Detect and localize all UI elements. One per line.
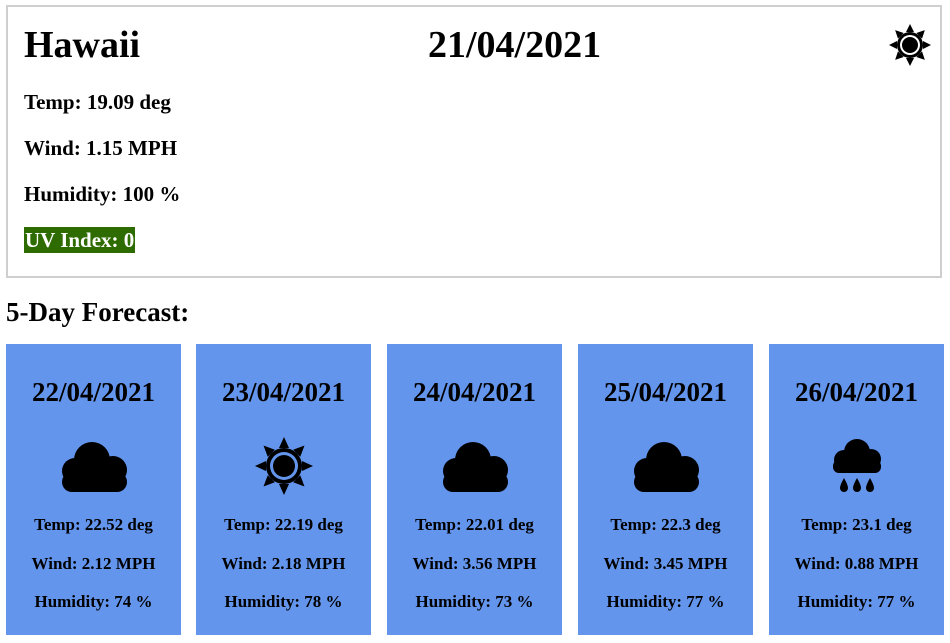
forecast-temp: Temp: 22.3 deg (610, 515, 721, 534)
current-temp: Temp: 19.09 deg (24, 90, 171, 114)
forecast-date: 22/04/2021 (31, 377, 155, 407)
current-wind: Wind: 1.15 MPH (24, 136, 178, 160)
forecast-temp: Temp: 22.52 deg (34, 515, 153, 534)
forecast-title: 5-Day Forecast: (6, 297, 190, 327)
cloud-icon (442, 442, 508, 492)
forecast-temp: Temp: 22.19 deg (224, 515, 343, 534)
forecast-wind: Wind: 2.12 MPH (31, 554, 156, 573)
uv-index-badge: UV Index: 0 (24, 227, 136, 253)
forecast-wind: Wind: 3.56 MPH (412, 554, 537, 573)
forecast-humidity: Humidity: 77 % (797, 592, 916, 611)
forecast-card: 25/04/2021 Temp: 22.3 deg Wind: 3.45 MPH… (578, 344, 753, 635)
rain-icon (832, 439, 881, 492)
forecast-humidity: Humidity: 78 % (224, 592, 343, 611)
forecast-wind: Wind: 2.18 MPH (221, 554, 346, 573)
forecast-card: 24/04/2021 Temp: 22.01 deg Wind: 3.56 MP… (387, 344, 562, 635)
forecast-humidity: Humidity: 73 % (415, 592, 534, 611)
cloud-icon (633, 442, 699, 492)
city-name: Hawaii (24, 24, 141, 66)
cloud-icon (61, 442, 127, 492)
forecast-card: 23/04/2021 Temp: 22.19 deg Wind: 2.18 MP… (196, 344, 371, 635)
forecast-card: 22/04/2021 Temp: 22.52 deg Wind: 2.12 MP… (6, 344, 181, 635)
current-date: 21/04/2021 (428, 24, 602, 66)
forecast-wind: Wind: 3.45 MPH (603, 554, 728, 573)
forecast-date: 23/04/2021 (221, 377, 345, 407)
forecast-humidity: Humidity: 74 % (34, 592, 153, 611)
forecast-date: 25/04/2021 (603, 377, 727, 407)
current-weather-panel: Hawaii 21/04/2021 Temp: 19.09 deg Wind: … (6, 5, 942, 278)
current-humidity: Humidity: 100 % (24, 182, 181, 206)
forecast-cards: 22/04/2021 Temp: 22.52 deg Wind: 2.12 MP… (6, 344, 944, 635)
forecast-temp: Temp: 22.01 deg (415, 515, 534, 534)
forecast-humidity: Humidity: 77 % (606, 592, 725, 611)
forecast-date: 24/04/2021 (412, 377, 536, 407)
forecast-date: 26/04/2021 (794, 377, 918, 407)
forecast-wind: Wind: 0.88 MPH (794, 554, 919, 573)
forecast-temp: Temp: 23.1 deg (801, 515, 912, 534)
forecast-card: 26/04/2021 Temp: 23.1 deg Wind: 0.88 MPH… (769, 344, 944, 635)
sun-icon (889, 24, 931, 66)
sun-icon (254, 437, 313, 495)
